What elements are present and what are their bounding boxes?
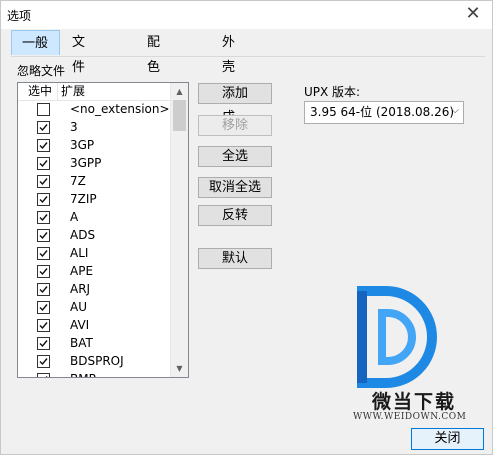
window-title: 选项 (7, 9, 32, 23)
tab-divider (11, 56, 485, 57)
extension-label: 3GPP (70, 156, 102, 170)
list-item[interactable]: 7ZIP (18, 190, 173, 208)
extension-label: AVI (70, 318, 90, 332)
checkbox[interactable] (37, 373, 50, 377)
extension-label: BMP (70, 372, 96, 377)
checkmark-icon (39, 124, 48, 132)
checkbox[interactable] (37, 283, 50, 296)
list-item[interactable]: ALI (18, 244, 173, 262)
list-item[interactable]: 7Z (18, 172, 173, 190)
checkmark-icon (39, 268, 48, 276)
default-button[interactable]: 默认 (198, 248, 272, 269)
remove-button[interactable]: 移除 (198, 115, 272, 136)
ignore-extensions-list[interactable]: 选中 扩展 <no_extension> 3 3GP 3GPP 7Z 7ZIP A ADS AL… (17, 82, 189, 378)
list-item[interactable]: BMP (18, 370, 173, 377)
list-item[interactable]: ADS (18, 226, 173, 244)
extension-label: A (70, 210, 79, 224)
checkmark-icon (39, 232, 48, 240)
list-header: 选中 扩展 (18, 83, 173, 101)
watermark-name: 微当下载 (372, 391, 457, 413)
add-button[interactable]: 添加 (198, 83, 272, 104)
column-header-extension[interactable]: 扩展 (59, 83, 85, 100)
checkbox[interactable] (37, 301, 50, 314)
checkbox[interactable] (37, 229, 50, 242)
list-item[interactable]: <no_extension> (18, 100, 173, 118)
checkbox[interactable] (37, 355, 50, 368)
deselect-all-button[interactable]: 取消全选 (198, 177, 272, 198)
list-item[interactable]: A (18, 208, 173, 226)
column-header-selected[interactable]: 选中 (18, 83, 58, 100)
extension-label: <no_extension> (70, 102, 170, 116)
extension-label: ALI (70, 246, 89, 260)
checkbox[interactable] (37, 193, 50, 206)
extension-label: BAT (70, 336, 93, 350)
scroll-up-arrow-icon[interactable]: ▲ (171, 83, 188, 100)
vertical-scrollbar[interactable]: ▲ ▼ (170, 83, 188, 377)
upx-version-value: 3.95 64-位 (2018.08.26) (310, 105, 455, 119)
watermark-url: WWW.WEIDOWN.COM (353, 412, 467, 422)
checkmark-icon (39, 286, 48, 294)
close-icon[interactable]: ✕ (462, 3, 484, 25)
invert-button[interactable]: 反转 (198, 205, 272, 226)
upx-version-select[interactable]: 3.95 64-位 (2018.08.26) ⌵ (304, 101, 464, 124)
extension-label: 3 (70, 120, 78, 134)
checkmark-icon (39, 340, 48, 348)
checkmark-icon (39, 196, 48, 204)
checkbox[interactable] (37, 247, 50, 260)
scroll-down-arrow-icon[interactable]: ▼ (171, 360, 188, 377)
extension-label: ARJ (70, 282, 91, 296)
checkmark-icon (45, 376, 48, 377)
list-item[interactable]: 3 (18, 118, 173, 136)
list-item[interactable]: BAT (18, 334, 173, 352)
tab-color-scheme[interactable]: 配色方案 (137, 30, 170, 125)
checkbox[interactable] (37, 265, 50, 278)
list-item[interactable]: 3GPP (18, 154, 173, 172)
extension-label: APE (70, 264, 94, 278)
checkmark-icon (39, 250, 48, 258)
upx-version-label: UPX 版本: (304, 85, 361, 99)
options-dialog: 选项 ✕ 一般 文件列表 配色方案 外壳集成 忽略文件 选中 扩展 <no_ex… (0, 0, 493, 455)
checkmark-icon (39, 214, 48, 222)
extension-label: 3GP (70, 138, 95, 152)
checkmark-icon (39, 304, 48, 312)
extension-label: BDSPROJ (70, 354, 124, 368)
tab-file-list[interactable]: 文件列表 (62, 30, 95, 125)
checkbox[interactable] (37, 121, 50, 134)
list-item[interactable]: AU (18, 298, 173, 316)
tab-general[interactable]: 一般 (11, 30, 60, 55)
list-item[interactable]: AVI (18, 316, 173, 334)
extension-label: 7ZIP (70, 192, 97, 206)
checkbox[interactable] (37, 175, 50, 188)
select-all-button[interactable]: 全选 (198, 146, 272, 167)
list-item[interactable]: 3GP (18, 136, 173, 154)
title-bar: 选项 ✕ (1, 1, 492, 29)
ignore-files-label: 忽略文件 (17, 64, 66, 78)
checkbox[interactable] (37, 103, 50, 116)
checkbox[interactable] (37, 319, 50, 332)
list-item[interactable]: ARJ (18, 280, 173, 298)
checkmark-icon (39, 142, 48, 150)
scrollbar-thumb[interactable] (173, 100, 186, 131)
checkbox[interactable] (37, 157, 50, 170)
checkbox[interactable] (37, 139, 50, 152)
list-item[interactable]: APE (18, 262, 173, 280)
tab-shell-integration[interactable]: 外壳集成 (212, 30, 245, 125)
checkmark-icon (39, 358, 48, 366)
checkbox[interactable] (37, 337, 50, 350)
list-rows: <no_extension> 3 3GP 3GPP 7Z 7ZIP A ADS ALI APE AR… (18, 100, 173, 377)
close-button[interactable]: 关闭 (411, 428, 484, 450)
chevron-down-icon: ⌵ (451, 105, 459, 116)
extension-label: 7Z (70, 174, 86, 188)
list-item[interactable]: BDSPROJ (18, 352, 173, 370)
checkmark-icon (39, 322, 48, 330)
checkmark-icon (39, 178, 48, 186)
extension-label: AU (70, 300, 87, 314)
checkbox[interactable] (37, 211, 50, 224)
extension-label: ADS (70, 228, 96, 242)
checkmark-icon (39, 160, 48, 168)
